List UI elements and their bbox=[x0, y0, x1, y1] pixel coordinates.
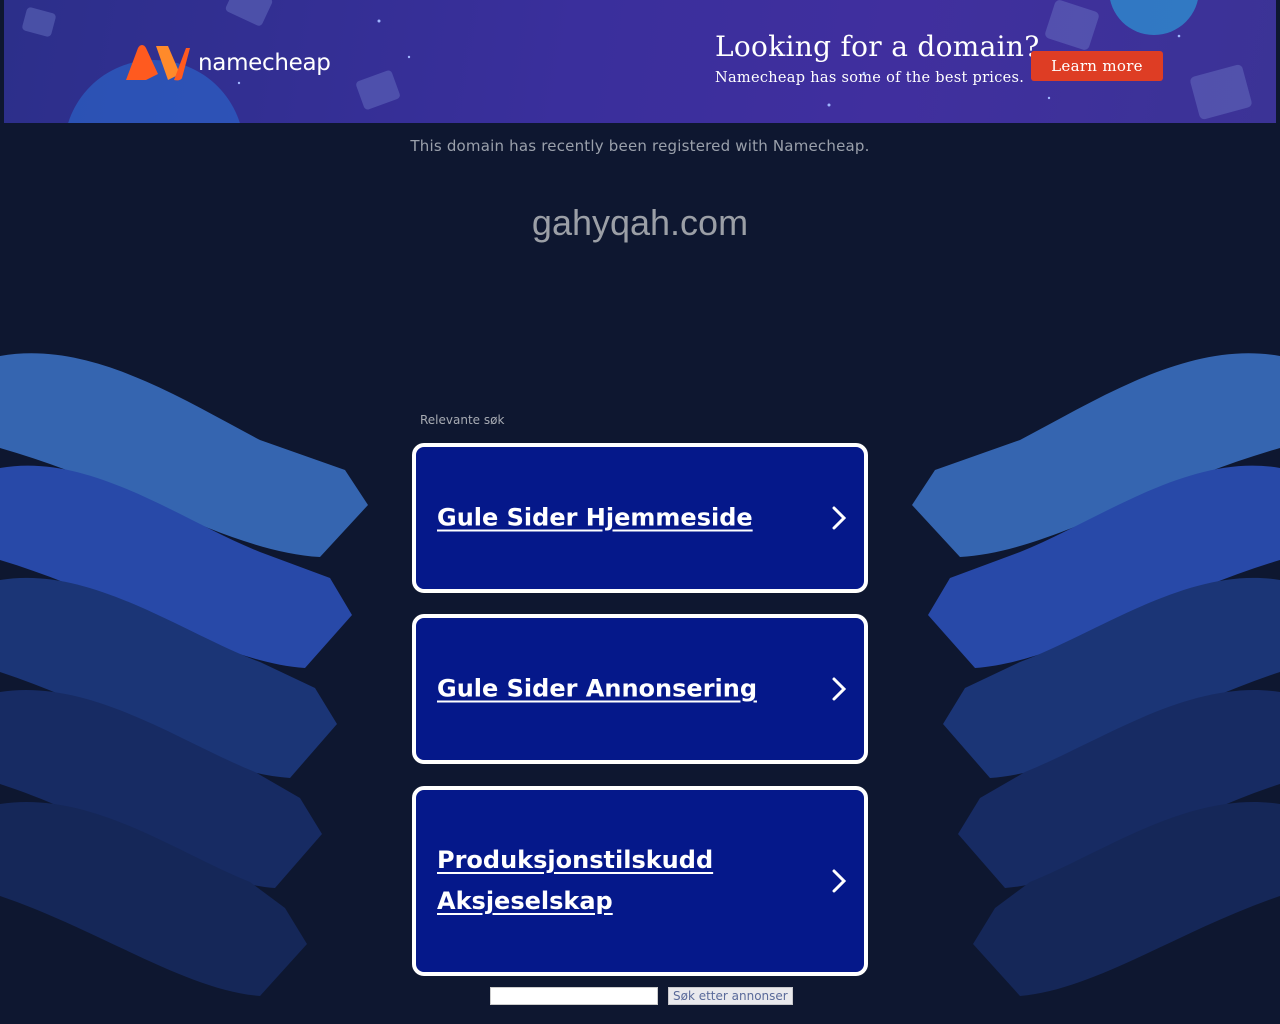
chevron-right-icon bbox=[832, 677, 847, 701]
related-search-link[interactable]: Gule Sider Hjemmeside bbox=[437, 498, 804, 539]
promo-title: Looking for a domain? bbox=[715, 30, 1040, 63]
related-searches-label: Relevante søk bbox=[420, 413, 505, 427]
ad-search-form: Søk etter annonser bbox=[490, 987, 793, 1005]
related-search-card[interactable]: Produksjonstilskudd Aksjeselskap bbox=[412, 786, 868, 976]
related-search-card[interactable]: Gule Sider Annonsering bbox=[412, 614, 868, 764]
ad-search-button[interactable]: Søk etter annonser bbox=[668, 987, 793, 1005]
parked-domain-page: namecheap Looking for a domain? Namechea… bbox=[0, 0, 1280, 1024]
promo-subtitle: Namecheap has some of the best prices. bbox=[715, 70, 1025, 86]
learn-more-button[interactable]: Learn more bbox=[1031, 51, 1163, 81]
namecheap-banner[interactable]: namecheap Looking for a domain? Namechea… bbox=[4, 0, 1276, 123]
ad-search-input[interactable] bbox=[490, 987, 658, 1005]
registration-notice: This domain has recently been registered… bbox=[410, 137, 870, 155]
logo-wordmark: namecheap bbox=[198, 50, 331, 76]
related-search-link[interactable]: Gule Sider Annonsering bbox=[437, 669, 804, 710]
namecheap-n-logo-icon bbox=[126, 45, 190, 81]
related-search-link[interactable]: Produksjonstilskudd Aksjeselskap bbox=[437, 840, 804, 922]
chevron-right-icon bbox=[832, 869, 847, 893]
domain-name: gahyqah.com bbox=[531, 202, 749, 243]
chevron-right-icon bbox=[832, 506, 847, 530]
related-search-card[interactable]: Gule Sider Hjemmeside bbox=[412, 443, 868, 593]
namecheap-logo[interactable]: namecheap bbox=[124, 44, 331, 82]
